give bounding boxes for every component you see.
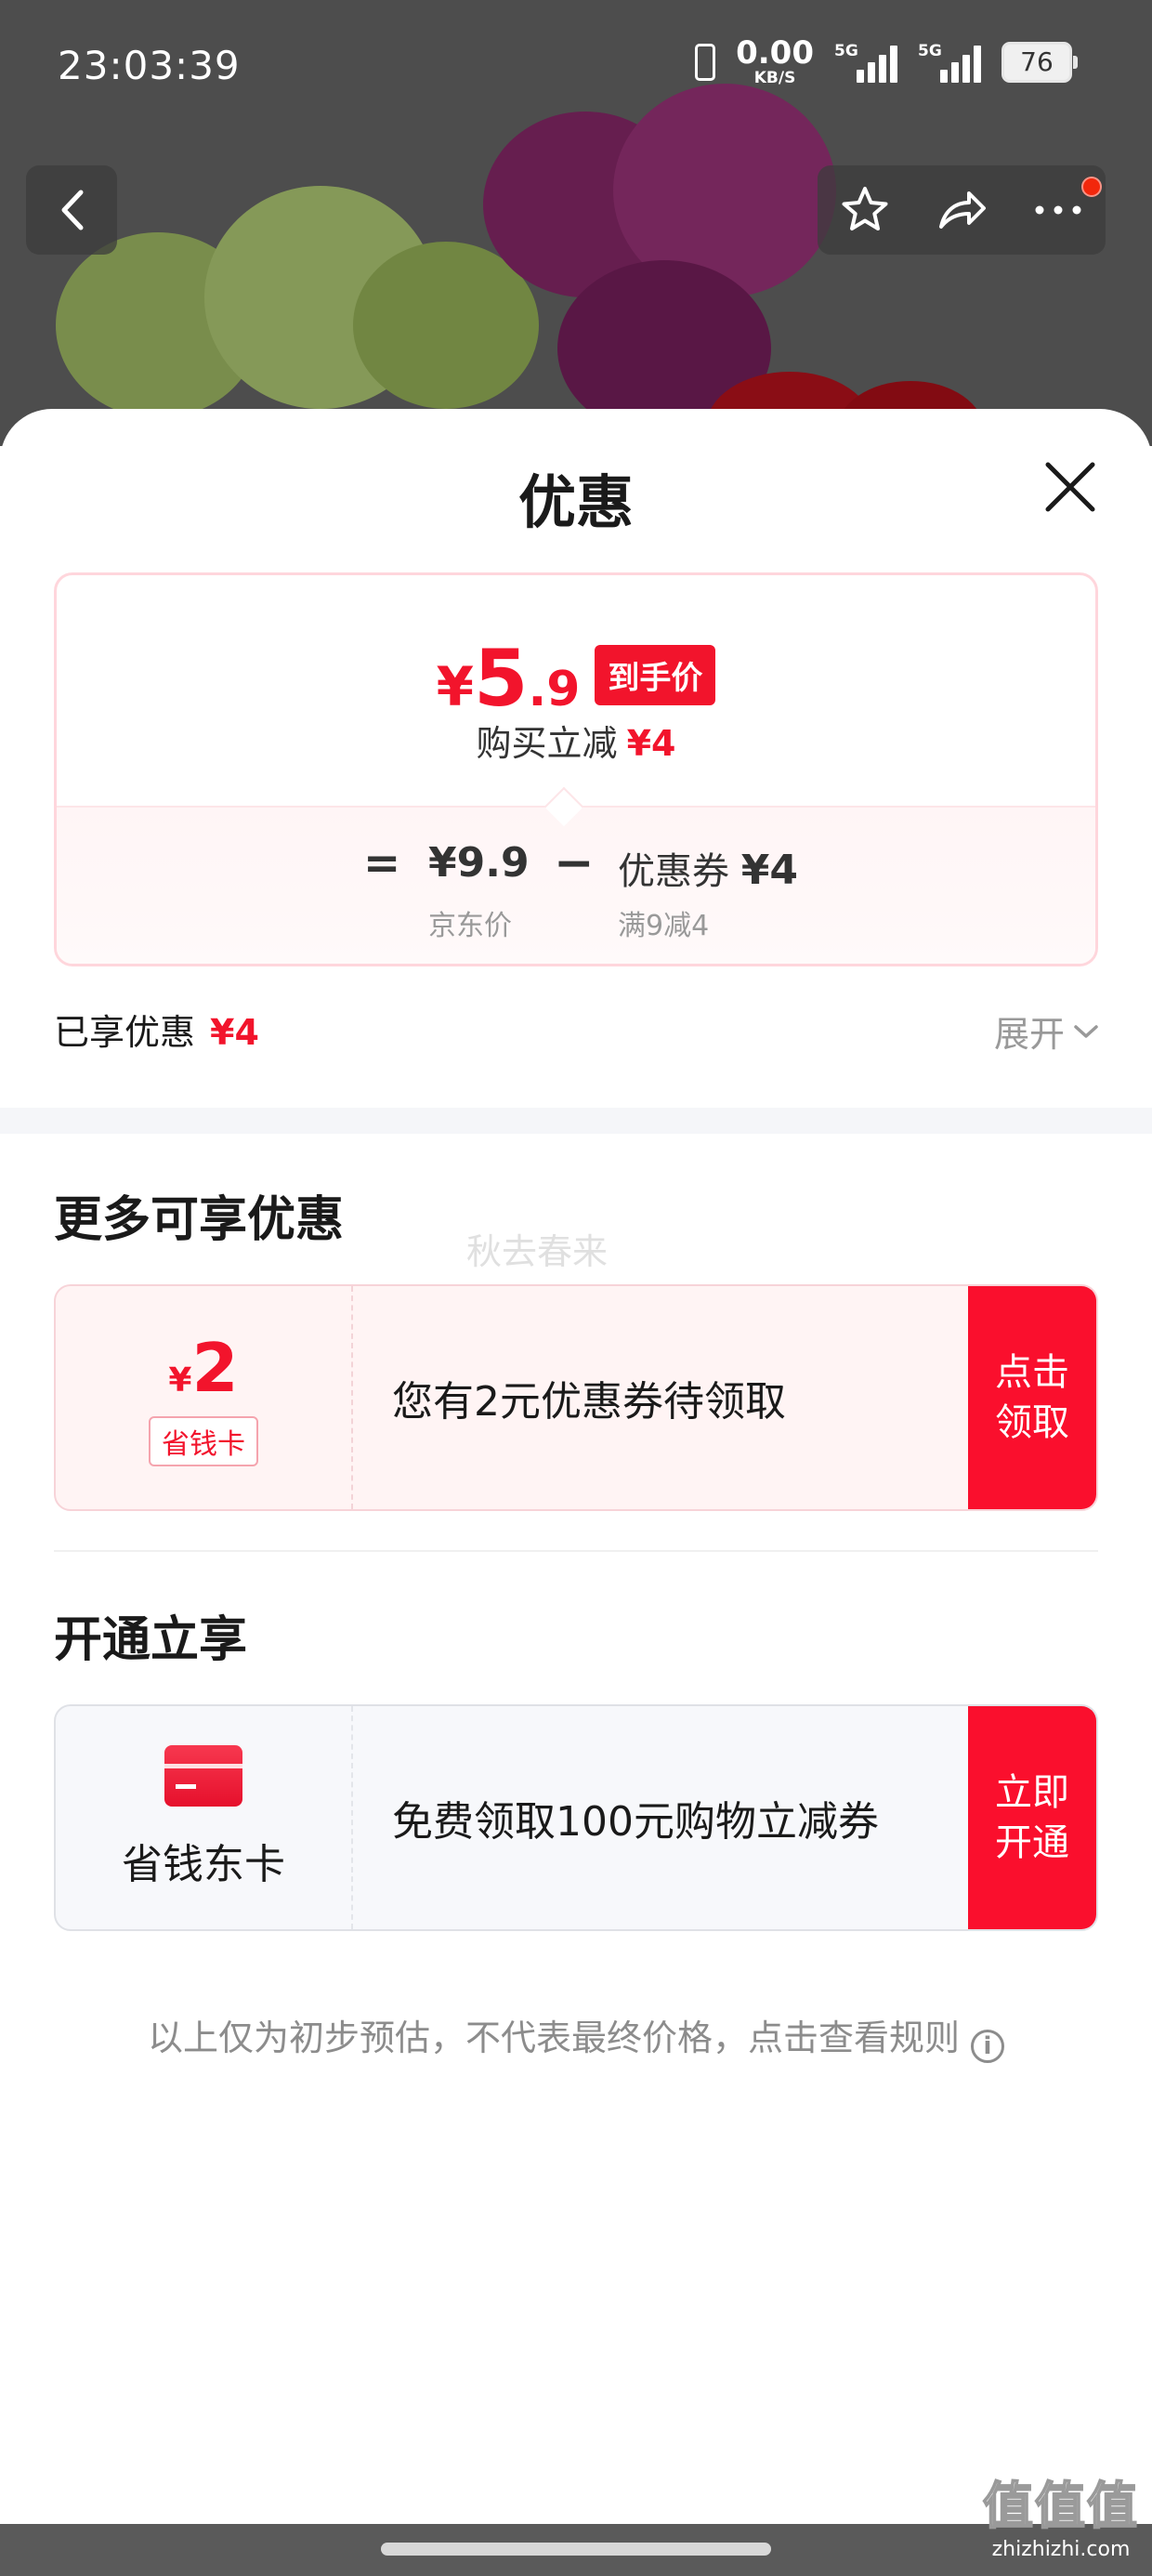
favorite-star-icon[interactable]: [839, 184, 891, 236]
share-icon[interactable]: [934, 184, 989, 236]
minus-sign: −: [554, 835, 595, 891]
status-bar: 23:03:39 0.00 KB/S 5G 5G 76: [0, 0, 1152, 130]
saver-card-offer: 省钱东卡 免费领取100元购物立减券 立即 开通: [54, 1704, 1098, 1931]
section-divider: [0, 1108, 1152, 1134]
rules-link[interactable]: 以上仅为初步预估，不代表最终价格，点击查看规则 i: [0, 2009, 1152, 2063]
breakdown-row: = ¥9.9 京东价 − 优惠券 ¥4 满9减4: [57, 828, 1095, 942]
coupon-card: ¥ 2 省钱卡 您有2元优惠券待领取 点击 领取: [54, 1284, 1098, 1511]
coupon-value: ¥ 2: [168, 1329, 239, 1407]
info-icon: i: [971, 2030, 1004, 2063]
jd-price-label: 京东价: [428, 910, 512, 942]
divider: [54, 1550, 1098, 1552]
home-indicator[interactable]: [381, 2543, 771, 2556]
signal-5g-icon: 5G: [834, 42, 897, 83]
back-button[interactable]: [26, 165, 117, 255]
saver-card-description: 免费领取100元购物立减券: [392, 1798, 879, 1846]
coupon-badge: 省钱卡: [149, 1416, 258, 1466]
close-icon[interactable]: [1041, 457, 1100, 517]
coupon-description: 您有2元优惠券待领取: [392, 1378, 786, 1426]
coupon-rule: 满9减4: [618, 910, 710, 942]
saver-card-name: 省钱东卡: [122, 1841, 285, 1888]
equals-sign: =: [363, 837, 401, 889]
discount-sheet: 优惠 ¥ 5 .9 到手价 购买立减 ¥4 = ¥9.9 京东价 − 优惠券 ¥4…: [0, 409, 1152, 2528]
coupon-amount: 优惠券 ¥4: [618, 847, 798, 894]
more-discounts-title: 更多可享优惠: [54, 1192, 345, 1248]
expand-button[interactable]: 展开: [994, 1005, 1100, 1057]
jd-price: ¥9.9: [428, 839, 530, 887]
battery-icon: 76: [1001, 41, 1078, 83]
nav-action-group: [818, 165, 1106, 255]
chevron-down-icon: [1074, 1024, 1098, 1038]
sheet-title: 优惠: [517, 468, 634, 536]
credit-card-icon: [164, 1745, 242, 1807]
watermark-text: 秋去春来: [466, 1231, 609, 1272]
instant-reduction: 购买立减 ¥4: [476, 723, 676, 764]
network-speed: 0.00 KB/S: [736, 34, 814, 87]
more-dots-icon[interactable]: [1032, 201, 1084, 219]
chevron-left-icon: [61, 190, 84, 230]
enjoyed-discount: 已享优惠 ¥4: [54, 1012, 259, 1053]
site-watermark-logo: 值值值 zhizhizhi.com: [982, 2476, 1139, 2561]
claim-coupon-button[interactable]: 点击 领取: [968, 1286, 1096, 1509]
vibrate-icon: [695, 43, 716, 81]
status-time: 23:03:39: [58, 43, 241, 88]
open-now-button[interactable]: 立即 开通: [968, 1706, 1096, 1929]
final-price-tag: 到手价: [595, 645, 716, 705]
final-price: ¥ 5 .9 到手价: [57, 633, 1095, 724]
price-summary-card: ¥ 5 .9 到手价 购买立减 ¥4 = ¥9.9 京东价 − 优惠券 ¥4 满9…: [54, 572, 1098, 966]
signal-5g-icon-2: 5G: [918, 42, 981, 83]
product-page-background: 23:03:39 0.00 KB/S 5G 5G 76: [0, 0, 1152, 446]
notification-dot: [1081, 177, 1102, 197]
open-membership-title: 开通立享: [54, 1612, 248, 1668]
